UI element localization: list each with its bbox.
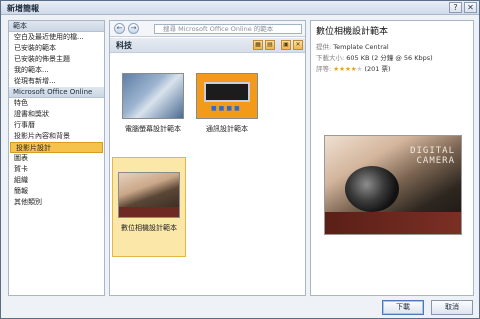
sidebar-item-cards[interactable]: 賀卡 [9,164,104,175]
sidebar-section-heading: 範本 [9,21,104,32]
template-computer-screen[interactable]: 電腦螢幕設計範本 [116,73,190,134]
download-size-row: 下載大小: 605 KB (2 分鐘 @ 56 Kbps) [316,52,433,62]
close-icon: ✕ [467,3,474,12]
title-bar: 新增簡報 ? ✕ [1,1,479,15]
thumbnail-footer-bar [119,207,179,217]
camera-lens-graphic [345,166,399,212]
search-input[interactable]: 搜尋 Microsoft Office Online 的範本 [154,24,302,34]
dialog-title: 新增簡報 [7,4,39,13]
rating-count: (201 票) [364,65,391,73]
sidebar-item-other[interactable]: 其他類別 [9,197,104,208]
small-icons-view-button[interactable]: ▤ [265,40,275,50]
star-icon: ★ [356,65,363,73]
dialog-footer: 下載 取消 [1,298,479,318]
computer-screen-template-thumbnail [122,73,184,119]
template-details-panel: 數位相機設計範本 提供: Template Central 下載大小: 605 … [310,20,474,296]
sidebar-item-charts[interactable]: 圖表 [9,153,104,164]
template-category-sidebar: 範本 空白及最近使用的檔... 已安裝的範本 已安裝的佈景主題 我的範本... … [8,20,105,296]
preview-title: DIGITAL CAMERA [410,146,455,166]
sidebar-item-blank-recent[interactable]: 空白及最近使用的檔... [9,32,104,43]
preview-title-line-2: CAMERA [416,156,455,166]
help-button[interactable]: ? [449,2,462,13]
size-value: 605 KB (2 分鐘 @ 56 Kbps) [346,54,433,62]
sidebar-item-installed-themes[interactable]: 已安裝的佈景主題 [9,54,104,65]
template-digital-camera[interactable]: 數位相機設計範本 [112,157,186,257]
preview-footer-bar [325,212,461,234]
template-communication[interactable]: ■■■■ 通訊設計範本 [190,73,264,134]
template-caption: 通訊設計範本 [206,125,248,133]
question-mark-icon: ? [453,3,458,12]
preview-title-line-1: DIGITAL [410,146,455,156]
filter-view-button[interactable]: ✕ [293,40,303,50]
back-arrow-icon: ← [116,24,123,32]
forward-button[interactable]: → [128,23,139,34]
sidebar-item-new-from-existing[interactable]: 從現有新增... [9,76,104,87]
sort-view-button[interactable]: ▣ [281,40,291,50]
category-title: 科技 [116,41,132,50]
template-caption: 數位相機設計範本 [121,224,177,232]
digital-camera-template-thumbnail [118,172,180,218]
provider-value: Template Central [333,43,389,51]
template-preview-image: DIGITAL CAMERA [324,135,462,235]
back-button[interactable]: ← [114,23,125,34]
sidebar-item-calendars[interactable]: 行事曆 [9,120,104,131]
device-keys-graphic: ■■■■ [211,105,242,112]
size-label: 下載大小: [316,54,345,62]
category-header: 科技 ▦ ▤ ▣ ✕ [110,38,305,53]
close-button[interactable]: ✕ [464,2,477,13]
sidebar-item-installed-templates[interactable]: 已安裝的範本 [9,43,104,54]
provider-label: 提供: [316,43,332,51]
sidebar-item-slide-content[interactable]: 投影片內容和背景 [9,131,104,142]
download-button[interactable]: 下載 [382,300,424,315]
sidebar-item-my-templates[interactable]: 我的範本... [9,65,104,76]
sidebar-item-certificates[interactable]: 證書和獎狀 [9,109,104,120]
rating-row: 評等: ★★★★★ (201 票) [316,63,391,73]
template-gallery: ← → → 搜尋 Microsoft Office Online 的範本 科技 … [109,20,306,296]
template-caption: 電腦螢幕設計範本 [125,125,181,133]
template-name: 數位相機設計範本 [316,27,389,37]
large-icons-view-button[interactable]: ▦ [253,40,263,50]
sidebar-item-presentations[interactable]: 簡報 [9,186,104,197]
communication-template-thumbnail: ■■■■ [196,73,258,119]
nav-bar: ← → → 搜尋 Microsoft Office Online 的範本 [110,21,305,37]
rating-stars-icon[interactable]: ★★★★★ [333,65,362,73]
sidebar-item-organization[interactable]: 組織 [9,175,104,186]
forward-arrow-icon: → [130,24,137,32]
sidebar-item-featured[interactable]: 特色 [9,98,104,109]
sidebar-item-slide-designs[interactable]: 投影片設計 [10,142,103,153]
new-presentation-dialog: 新增簡報 ? ✕ 範本 空白及最近使用的檔... 已安裝的範本 已安裝的佈景主題… [0,0,480,319]
device-screen-graphic [204,82,250,102]
sidebar-section-heading-online: Microsoft Office Online [9,87,104,98]
provider-row: 提供: Template Central [316,41,389,51]
cancel-button[interactable]: 取消 [431,300,473,315]
rating-label: 評等: [316,65,332,73]
